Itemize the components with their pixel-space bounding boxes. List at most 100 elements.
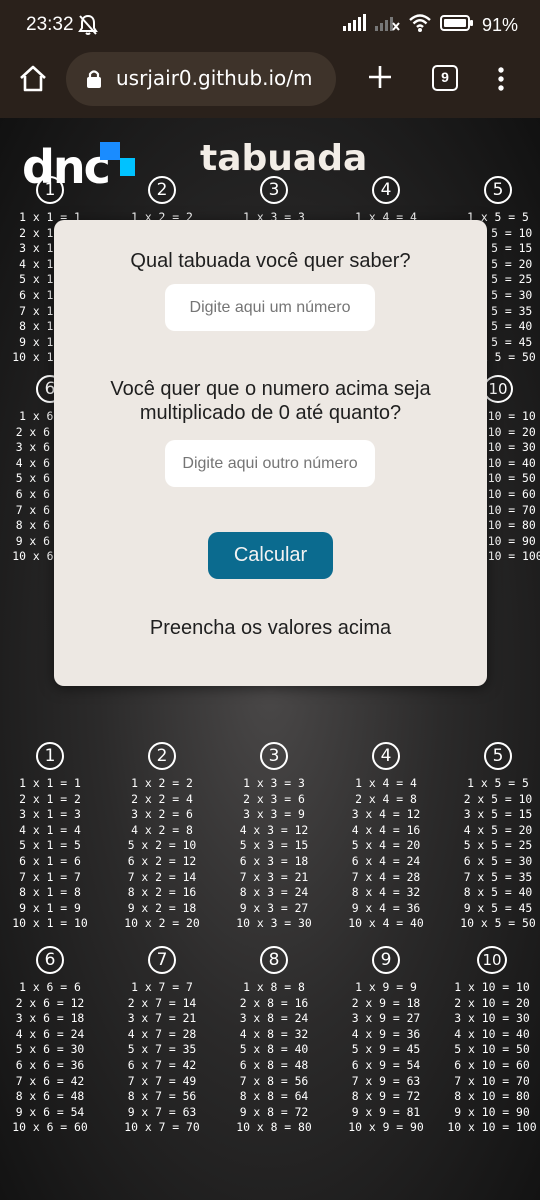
table-row: 5 x 10 = 50 (454, 1042, 530, 1057)
url-text[interactable]: usrjair0.github.io/m (116, 66, 328, 90)
table-row: 10 x 2 = 20 (124, 916, 200, 931)
browser-toolbar: usrjair0.github.io/m 9 (0, 52, 540, 118)
table-number-badge: 10 (483, 375, 513, 403)
table-row: 9 x 2 = 18 (127, 900, 197, 915)
table-row: 9 x 10 = 90 (454, 1104, 530, 1119)
status-message: Preencha os valores acima (149, 617, 392, 639)
page-title: tabuada (200, 138, 368, 179)
table-row: 8 x 4 = 32 (351, 885, 421, 900)
battery-percent: 91% (481, 14, 518, 35)
table-number-badge: 9 (372, 946, 400, 974)
table-number-badge: 10 (477, 946, 507, 974)
table-7: 7 1 x 7 = 72 x 7 = 14 3 x 7 = 21 4 x 7 = 2… (112, 946, 212, 1136)
tab-switcher-button[interactable]: 9 (432, 65, 458, 91)
table-4: 4 1 x 4 = 42 x 4 = 83 x 4 = 12 4 x 4 = 16… (336, 742, 436, 932)
table-row: 3 x 1 = 3 (19, 807, 81, 822)
table-row: 9 x 3 = 27 (239, 900, 309, 915)
home-icon[interactable] (18, 64, 52, 98)
table-3: 3 1 x 3 = 32 x 3 = 63 x 3 = 94 x 3 = 12 5… (224, 742, 324, 932)
question-line-1: Você quer que o numero acima seja (110, 378, 431, 400)
signal-icon (342, 14, 366, 36)
table-row: 2 x 1 = 2 (19, 791, 81, 806)
calcular-button[interactable]: Calcular (208, 532, 333, 579)
table-row: 6 x 10 = 60 (454, 1057, 530, 1072)
table-row: 9 x 4 = 36 (351, 900, 421, 915)
table-row: 7 x 4 = 28 (351, 869, 421, 884)
table-6: 6 1 x 6 = 62 x 6 = 12 3 x 6 = 18 4 x 6 = 2… (0, 946, 100, 1136)
table-row: 8 x 3 = 24 (239, 885, 309, 900)
table-row: 8 x 9 = 72 (351, 1089, 421, 1104)
table-row: 5 x 6 = 30 (15, 1042, 85, 1057)
table-row: 7 x 5 = 35 (463, 869, 533, 884)
table-row: 4 x 5 = 20 (463, 822, 533, 837)
table-row: 1 x 4 = 4 (355, 776, 417, 790)
question-table-number: Qual tabuada você quer saber? (130, 250, 411, 272)
table-row: 6 x 9 = 54 (351, 1057, 421, 1072)
table-row: 1 x 10 = 10 (454, 980, 530, 994)
address-bar[interactable]: usrjair0.github.io/m (66, 52, 336, 106)
table-row: 4 x 8 = 32 (239, 1026, 309, 1041)
table-row: 3 x 10 = 30 (454, 1011, 530, 1026)
table-row: 3 x 7 = 21 (127, 1011, 197, 1026)
question-multiply-range: Você quer que o numero acima seja multip… (54, 377, 487, 425)
table-row: 7 x 2 = 14 (127, 869, 197, 884)
table-row: 3 x 8 = 24 (239, 1011, 309, 1026)
table-row: 10 x 8 = 80 (236, 1120, 312, 1135)
table-row: 10 x 9 = 90 (348, 1120, 424, 1135)
table-row: 10 x 6 = 60 (12, 1120, 88, 1135)
table-row: 6 x 2 = 12 (127, 853, 197, 868)
table-row: 2 x 4 = 8 (355, 791, 417, 806)
table-row: 7 x 1 = 7 (19, 869, 81, 884)
signal-noservice-icon (374, 14, 400, 36)
table-row: 5 x 1 = 5 (19, 838, 81, 853)
table-row: 2 x 6 = 12 (15, 995, 85, 1010)
table-row: 10 x 10 = 100 (447, 1120, 537, 1135)
table-row: 5 x 4 = 20 (351, 838, 421, 853)
table-row: 1 x 7 = 7 (131, 980, 193, 994)
table-row: 5 x 5 = 25 (463, 838, 533, 853)
table-row: 9 x 7 = 63 (127, 1104, 197, 1119)
tabuada-form-modal: Qual tabuada você quer saber? Você quer … (54, 220, 487, 686)
multiplier-input[interactable] (165, 440, 375, 487)
new-tab-icon[interactable] (367, 64, 395, 92)
table-row: 8 x 8 = 64 (239, 1089, 309, 1104)
table-row: 2 x 9 = 18 (351, 995, 421, 1010)
page-content: dnc tabuada 1 1 x 1 = 12 x 1 = 23 x 1 = … (0, 118, 540, 1200)
table-row: 5 x 2 = 10 (127, 838, 197, 853)
table-row: 4 x 4 = 16 (351, 822, 421, 837)
table-row: 7 x 6 = 42 (15, 1073, 85, 1088)
table-row: 6 x 4 = 24 (351, 853, 421, 868)
table-row: 1 x 6 = 6 (19, 980, 81, 994)
table-row: 6 x 7 = 42 (127, 1057, 197, 1072)
table-row: 2 x 10 = 20 (454, 995, 530, 1010)
number-input[interactable] (165, 284, 375, 331)
table-number-badge: 8 (260, 946, 288, 974)
table-9: 9 1 x 9 = 92 x 9 = 18 3 x 9 = 27 4 x 9 = 3… (336, 946, 436, 1136)
table-row: 7 x 7 = 49 (127, 1073, 197, 1088)
question-line-2: multiplicado de 0 até quanto? (139, 402, 402, 424)
clock: 23:32 (26, 14, 74, 35)
table-row: 1 x 3 = 3 (243, 776, 305, 790)
table-row: 4 x 2 = 8 (131, 822, 193, 837)
table-1: 1 1 x 1 = 12 x 1 = 23 x 1 = 34 x 1 = 45 … (0, 742, 100, 932)
table-row: 3 x 9 = 27 (351, 1011, 421, 1026)
table-row: 7 x 10 = 70 (454, 1073, 530, 1088)
table-row: 6 x 3 = 18 (239, 853, 309, 868)
table-row: 6 x 1 = 6 (19, 853, 81, 868)
table-row: 10 x 5 = 50 (460, 916, 536, 931)
table-10: 10 1 x 10 = 10 2 x 10 = 20 3 x 10 = 30 4 x … (444, 946, 540, 1136)
table-row: 9 x 8 = 72 (239, 1104, 309, 1119)
table-row: 3 x 4 = 12 (351, 807, 421, 822)
table-row: 9 x 1 = 9 (19, 900, 81, 915)
table-row: 5 x 7 = 35 (127, 1042, 197, 1057)
status-bar: 23:32 91% (0, 0, 540, 52)
table-number-badge: 1 (36, 742, 64, 770)
table-row: 8 x 2 = 16 (127, 885, 197, 900)
table-row: 8 x 10 = 80 (454, 1089, 530, 1104)
table-row: 9 x 5 = 45 (463, 900, 533, 915)
more-menu-icon[interactable] (492, 66, 510, 92)
table-number-badge: 4 (372, 742, 400, 770)
table-5: 5 1 x 5 = 52 x 5 = 10 3 x 5 = 15 4 x 5 = 2… (448, 742, 540, 932)
table-row: 4 x 7 = 28 (127, 1026, 197, 1041)
table-number-badge: 6 (36, 946, 64, 974)
